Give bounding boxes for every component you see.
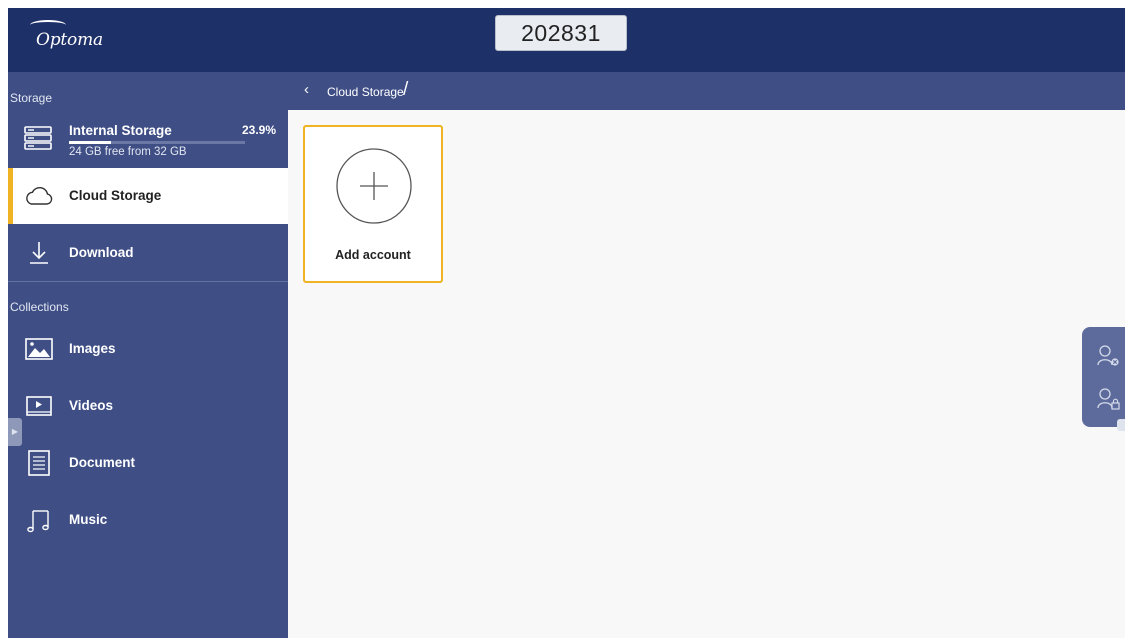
back-chevron-icon[interactable]: ‹	[304, 81, 309, 98]
sidebar-item-cloud-storage[interactable]: Cloud Storage	[8, 168, 288, 224]
user-lock-icon[interactable]	[1096, 386, 1122, 412]
top-header: Optoma 202831	[8, 8, 1125, 72]
storage-usage-fill	[69, 141, 112, 144]
collections-section-label: Collections	[10, 300, 69, 314]
side-panel-tab[interactable]	[1117, 419, 1125, 431]
sidebar-item-label: Cloud Storage	[69, 188, 162, 203]
storage-section-label: Storage	[10, 91, 53, 105]
sidebar-collapse-handle[interactable]: ▶	[8, 418, 22, 446]
sidebar-item-label: Images	[69, 341, 116, 356]
internal-storage-title: Internal Storage	[69, 123, 172, 138]
add-account-button[interactable]: Add account	[303, 125, 443, 283]
breadcrumb: ‹ Cloud Storage /	[288, 72, 1125, 110]
sidebar-item-label: Document	[69, 455, 136, 470]
internal-storage-percent: 23.9%	[242, 123, 277, 137]
sidebar-item-document[interactable]: Document	[8, 435, 288, 491]
content-area: Add account	[288, 110, 1125, 638]
download-icon	[30, 242, 48, 264]
storage-usage-bar	[69, 141, 245, 144]
sidebar-item-download[interactable]: Download	[8, 225, 288, 281]
internal-storage-free: 24 GB free from 32 GB	[69, 146, 187, 158]
sidebar-item-label: Download	[69, 245, 134, 260]
music-icon	[27, 510, 49, 533]
sidebar-item-videos[interactable]: Videos	[8, 378, 288, 434]
sidebar-divider	[8, 281, 288, 282]
floating-side-panel	[1082, 327, 1125, 427]
cloud-icon	[26, 186, 53, 205]
image-icon	[25, 338, 53, 360]
breadcrumb-path[interactable]: Cloud Storage	[327, 85, 404, 99]
optoma-logo: Optoma	[30, 20, 103, 54]
plus-circle-icon	[336, 148, 412, 224]
video-icon	[26, 396, 52, 416]
sidebar-item-label: Videos	[69, 398, 114, 413]
sidebar-item-label: Music	[69, 512, 108, 527]
user-remove-icon[interactable]	[1096, 343, 1122, 369]
brand-name: Optoma	[36, 30, 103, 50]
sidebar-item-music[interactable]: Music	[8, 492, 288, 548]
sidebar-item-images[interactable]: Images	[8, 321, 288, 377]
breadcrumb-separator: /	[403, 79, 409, 100]
sidebar: Storage Internal Storage 23.9% 24 GB fre…	[8, 72, 288, 638]
session-code-display: 202831	[495, 15, 627, 51]
document-icon	[28, 450, 50, 476]
storage-drive-icon	[24, 126, 52, 150]
internal-storage-item[interactable]: Internal Storage 23.9% 24 GB free from 3…	[8, 112, 288, 166]
logo-swoosh	[30, 20, 66, 30]
add-account-label: Add account	[335, 248, 411, 262]
